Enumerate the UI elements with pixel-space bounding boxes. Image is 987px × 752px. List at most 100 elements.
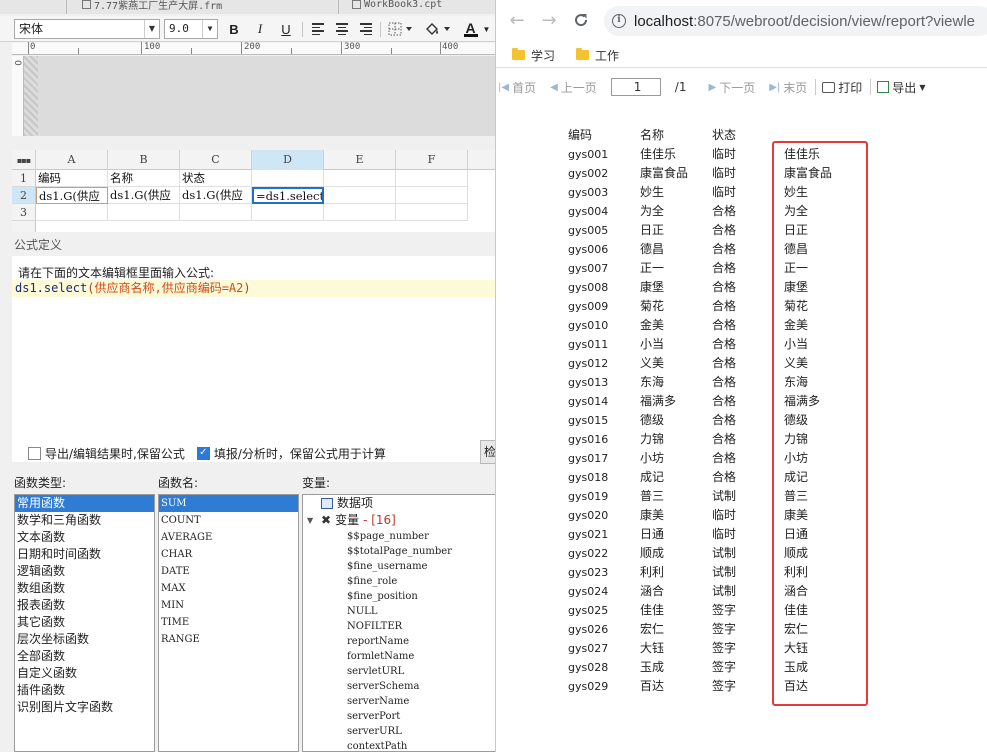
cell-c1[interactable]: 状态: [180, 170, 252, 187]
formula-editor[interactable]: 请在下面的文本编辑框里面输入公式: ds1.select(供应商名称,供应商编码…: [12, 256, 495, 462]
export-keep-formula-checkbox[interactable]: [28, 446, 41, 460]
variable-item[interactable]: reportName: [303, 634, 495, 649]
function-name-item[interactable]: TIME: [159, 614, 298, 631]
font-color-button[interactable]: A ▼: [460, 20, 494, 38]
font-family-select[interactable]: 宋体 ▼: [14, 19, 160, 39]
cell-a1[interactable]: 编码: [36, 170, 108, 187]
variable-item[interactable]: serverPort: [303, 709, 495, 724]
function-type-item[interactable]: 数学和三角函数: [15, 512, 154, 529]
variable-item[interactable]: serverSchema: [303, 679, 495, 694]
cell-f1[interactable]: [396, 170, 468, 187]
function-type-item[interactable]: 识别图片文字函数: [15, 699, 154, 716]
cell-e1[interactable]: [324, 170, 396, 187]
variable-item[interactable]: formletName: [303, 649, 495, 664]
cell-a2[interactable]: ds1.G(供应: [36, 187, 108, 204]
variable-item[interactable]: NULL: [303, 604, 495, 619]
cell-c2[interactable]: ds1.G(供应: [180, 187, 252, 204]
variable-item[interactable]: $fine_username: [303, 559, 495, 574]
page-number-input[interactable]: 1: [610, 78, 661, 96]
last-page-button[interactable]: ▶| 末页: [769, 79, 807, 96]
cell-grid[interactable]: ▪▪▪ A B C D E F 1 2 3 编码 名称 状态 ds1.G(供应 …: [12, 150, 495, 232]
cell-e2[interactable]: [324, 187, 396, 204]
back-arrow-icon[interactable]: ←: [506, 9, 528, 31]
first-page-button[interactable]: |◀ 首页: [498, 79, 536, 96]
column-header-e[interactable]: E: [324, 150, 396, 170]
formula-text-line[interactable]: ds1.select(供应商名称,供应商编码=A2): [12, 280, 495, 297]
function-name-item[interactable]: COUNT: [159, 512, 298, 529]
cell-b3[interactable]: [108, 204, 180, 221]
column-header-b[interactable]: B: [108, 150, 180, 170]
function-name-item[interactable]: SUM: [159, 495, 298, 512]
bookmark-folder-work[interactable]: 工作: [576, 46, 619, 64]
function-name-item[interactable]: CHAR: [159, 546, 298, 563]
variable-item[interactable]: $fine_position: [303, 589, 495, 604]
align-right-button[interactable]: [356, 20, 376, 38]
font-size-select[interactable]: 9.0 ▼: [164, 19, 218, 39]
column-header-a[interactable]: A: [36, 150, 108, 170]
function-type-item[interactable]: 报表函数: [15, 597, 154, 614]
function-name-item[interactable]: RANGE: [159, 631, 298, 648]
function-name-item[interactable]: MAX: [159, 580, 298, 597]
function-type-item[interactable]: 自定义函数: [15, 665, 154, 682]
cell-b2[interactable]: ds1.G(供应: [108, 187, 180, 204]
column-header-f[interactable]: F: [396, 150, 468, 170]
fill-color-button[interactable]: [422, 20, 454, 38]
variable-item[interactable]: $$page_number: [303, 529, 495, 544]
function-name-list[interactable]: SUM COUNT AVERAGE CHAR DATE MAX MIN TIME RANGE: [158, 494, 299, 752]
tab-frm-file[interactable]: 7.77紫燕工厂生产大屏.frm: [82, 0, 222, 12]
cell-d3[interactable]: [252, 204, 324, 221]
function-name-item[interactable]: AVERAGE: [159, 529, 298, 546]
bold-button[interactable]: B: [224, 20, 244, 38]
border-button[interactable]: [386, 20, 416, 38]
function-type-item[interactable]: 层次坐标函数: [15, 631, 154, 648]
function-type-item[interactable]: 其它函数: [15, 614, 154, 631]
variable-item[interactable]: servletURL: [303, 664, 495, 679]
tree-node-data-items[interactable]: 数据项: [303, 495, 495, 512]
variable-item[interactable]: $$totalPage_number: [303, 544, 495, 559]
function-type-item[interactable]: 逻辑函数: [15, 563, 154, 580]
cell-c3[interactable]: [180, 204, 252, 221]
variable-item[interactable]: NOFILTER: [303, 619, 495, 634]
function-type-item[interactable]: 全部函数: [15, 648, 154, 665]
print-button[interactable]: 打印: [822, 79, 862, 96]
cell-b1[interactable]: 名称: [108, 170, 180, 187]
check-formula-button[interactable]: 检: [480, 440, 495, 464]
forward-arrow-icon[interactable]: →: [538, 9, 560, 31]
variable-item[interactable]: serverURL: [303, 724, 495, 739]
align-left-button[interactable]: [308, 20, 328, 38]
tree-node-variables[interactable]: ▼ ✖ 变量 - [16]: [303, 512, 495, 529]
cell-f3[interactable]: [396, 204, 468, 221]
tab-cpt-file[interactable]: WorkBook3.cpt: [352, 0, 442, 12]
function-name-item[interactable]: DATE: [159, 563, 298, 580]
column-header-c[interactable]: C: [180, 150, 252, 170]
underline-button[interactable]: U: [276, 20, 296, 38]
cell-d1[interactable]: [252, 170, 324, 187]
cell-d2-active[interactable]: =ds1.select: [252, 187, 324, 204]
variable-item[interactable]: $fine_role: [303, 574, 495, 589]
function-type-item[interactable]: 数组函数: [15, 580, 154, 597]
row-header-2[interactable]: 2: [12, 187, 36, 204]
row-header-1[interactable]: 1: [12, 170, 36, 187]
variable-item[interactable]: serverName: [303, 694, 495, 709]
fill-keep-formula-checkbox[interactable]: ✓: [196, 446, 210, 460]
reload-icon[interactable]: [570, 9, 592, 31]
italic-button[interactable]: I: [250, 20, 270, 38]
info-icon[interactable]: i: [612, 14, 626, 28]
function-name-item[interactable]: MIN: [159, 597, 298, 614]
variable-item[interactable]: contextPath: [303, 739, 495, 751]
function-type-item[interactable]: 文本函数: [15, 529, 154, 546]
bookmark-folder-study[interactable]: 学习: [512, 46, 555, 64]
next-page-button[interactable]: ▶ 下一页: [708, 79, 755, 96]
cell-f2[interactable]: [396, 187, 468, 204]
address-bar[interactable]: i localhost:8075/webroot/decision/view/r…: [604, 6, 987, 36]
align-center-button[interactable]: [332, 20, 352, 38]
grid-corner-icon[interactable]: ▪▪▪: [12, 150, 36, 170]
export-button[interactable]: 导出 ▼: [877, 79, 925, 96]
cell-e3[interactable]: [324, 204, 396, 221]
function-type-item[interactable]: 常用函数: [15, 495, 154, 512]
variable-tree[interactable]: 数据项 ▼ ✖ 变量 - [16] $$page_number $$totalPag…: [302, 494, 495, 752]
function-type-item[interactable]: 日期和时间函数: [15, 546, 154, 563]
cell-a3[interactable]: [36, 204, 108, 221]
function-type-item[interactable]: 插件函数: [15, 682, 154, 699]
row-header-3[interactable]: 3: [12, 204, 36, 221]
